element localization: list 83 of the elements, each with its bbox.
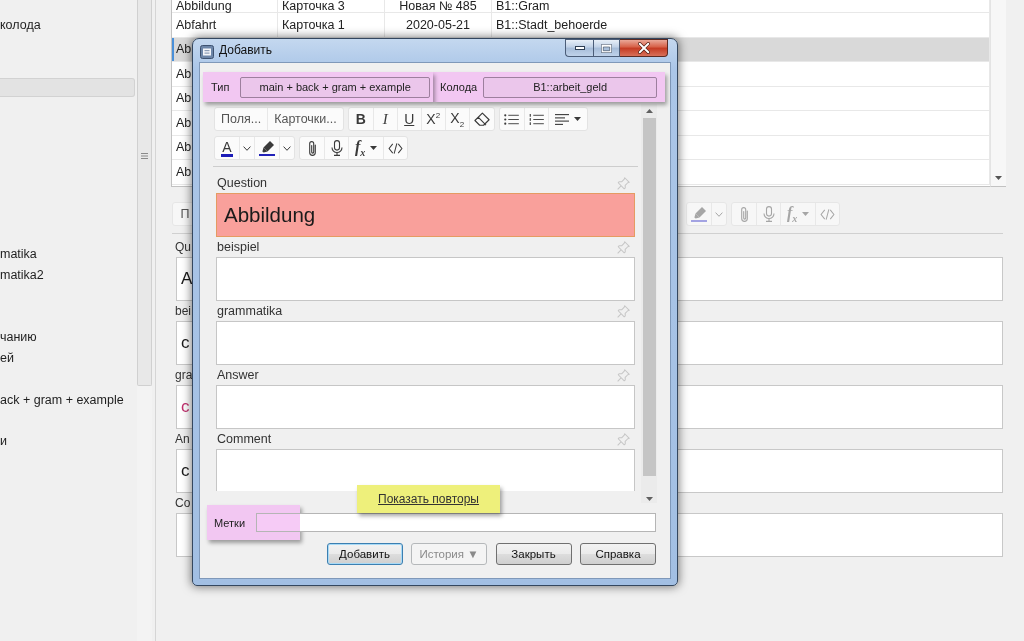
field-input[interactable] xyxy=(216,449,635,491)
tags-label: Метки xyxy=(214,516,246,529)
sidebar-item[interactable]: колода xyxy=(0,17,41,34)
maximize-button[interactable] xyxy=(593,39,620,57)
table-row[interactable]: Abbildung Карточка 3 Новая № 485 B1::Gram xyxy=(172,0,990,13)
bold-button[interactable]: B xyxy=(348,108,373,130)
field-label: An xyxy=(174,431,190,448)
align-icon xyxy=(554,113,569,125)
eraser-icon xyxy=(473,112,490,126)
selector-label: Колода xyxy=(440,81,478,93)
table-cell: Abfahrt xyxy=(172,13,278,37)
table-cell: Abbildung xyxy=(172,0,278,12)
sidebar-item[interactable]: matika2 xyxy=(0,266,44,283)
superscript-button[interactable]: X$^{2}$ xyxy=(420,108,445,130)
close-icon xyxy=(637,42,650,54)
chevron-down-icon xyxy=(283,145,291,151)
sidebar-item[interactable]: и xyxy=(0,433,7,450)
sidebar-item[interactable]: ack + gram + example xyxy=(0,391,124,408)
dialog-button[interactable]: Закрыть xyxy=(495,543,572,565)
table-cell: Карточка 1 xyxy=(278,13,385,37)
sidebar-item[interactable]: matika xyxy=(0,246,37,263)
minimize-icon xyxy=(574,46,585,50)
field-label: gra xyxy=(174,367,193,384)
numbered-list-icon xyxy=(528,113,544,125)
field-input[interactable]: Abbildung xyxy=(216,193,635,237)
grip-icon xyxy=(141,153,148,159)
field-label: bei xyxy=(174,303,191,320)
italic-button[interactable]: I xyxy=(372,108,397,130)
field-input[interactable] xyxy=(216,321,635,365)
table-cell: 2020-05-21 xyxy=(385,13,492,37)
field-label: grammatika xyxy=(216,304,283,318)
paperclip-icon xyxy=(740,206,748,222)
text-color-button[interactable]: A xyxy=(215,137,239,159)
field-label: Comment xyxy=(216,432,272,446)
close-button[interactable] xyxy=(620,39,668,57)
scrollbar-thumb[interactable] xyxy=(642,118,656,476)
toolbar-button[interactable]: Карточки... xyxy=(267,108,343,130)
chevron-down-icon xyxy=(243,145,251,151)
pin-icon[interactable] xyxy=(617,240,630,254)
field-input[interactable] xyxy=(216,257,635,301)
toolbar-button[interactable]: П xyxy=(173,203,197,225)
deck-button[interactable]: B1::arbeit_geld xyxy=(483,76,657,98)
table-cell: Карточка 3 xyxy=(278,0,385,12)
note-type-button[interactable]: main + back + gram + example xyxy=(240,76,430,98)
pin-icon[interactable] xyxy=(617,176,630,190)
up-arrow-icon[interactable] xyxy=(645,109,653,113)
chevron-down-icon xyxy=(715,211,723,217)
microphone-icon xyxy=(330,140,343,156)
subscript-button[interactable]: X$_{2}$ xyxy=(444,108,469,130)
minimize-button[interactable] xyxy=(565,39,593,57)
show-duplicates-link[interactable]: Показать повторы xyxy=(378,492,479,506)
window-title: Добавить xyxy=(219,42,273,59)
down-arrow-icon[interactable] xyxy=(995,176,1002,180)
toolbar-button[interactable]: Поля... xyxy=(215,108,268,130)
marker-pen-icon xyxy=(259,140,275,156)
dialog-button[interactable]: Добавить xyxy=(326,543,403,565)
marker-pen-icon xyxy=(691,206,707,222)
table-cell: Новая № 485 xyxy=(385,0,492,12)
bullet-list-icon xyxy=(504,113,520,125)
sidebar-item[interactable]: ей xyxy=(0,350,14,367)
table-row[interactable]: Abfahrt Карточка 1 2020-05-21 B1::Stadt_behoerde xyxy=(172,13,990,38)
tags-input[interactable] xyxy=(256,513,656,532)
field-input[interactable] xyxy=(216,385,635,429)
app-icon xyxy=(200,45,214,59)
pin-icon[interactable] xyxy=(617,304,630,318)
dialog-button[interactable]: Справка xyxy=(580,543,656,565)
underline-button[interactable]: U xyxy=(396,108,421,130)
field-label: Answer xyxy=(216,368,259,382)
pin-icon[interactable] xyxy=(617,368,630,382)
paperclip-icon xyxy=(308,140,316,156)
code-icon xyxy=(820,208,836,220)
sidebar-item[interactable] xyxy=(0,78,135,98)
scrollbar-thumb[interactable] xyxy=(137,0,152,386)
field-label: Qu xyxy=(174,239,191,256)
pin-icon[interactable] xyxy=(617,432,630,446)
maximize-icon xyxy=(601,43,612,53)
microphone-icon xyxy=(762,206,775,222)
field-label: beispiel xyxy=(216,240,260,254)
code-icon xyxy=(388,142,404,154)
down-arrow-icon[interactable] xyxy=(645,497,653,501)
sidebar-item[interactable]: чанию xyxy=(0,329,37,346)
field-label: Co xyxy=(174,495,191,512)
formula-button[interactable]: f$_{x}$ xyxy=(348,137,384,159)
